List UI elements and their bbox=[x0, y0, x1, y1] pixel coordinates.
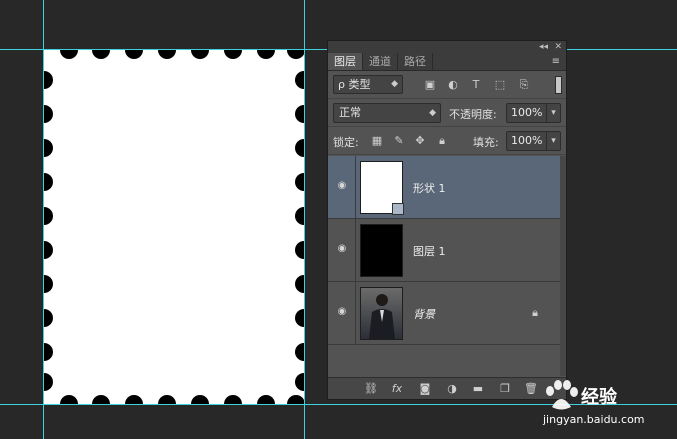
layer-thumbnail bbox=[360, 161, 404, 215]
baidu-jingyan-watermark: 经验 jingyan.baidu.com bbox=[541, 373, 671, 433]
layer-row-background[interactable]: ◉ 背景 🔒︎ bbox=[328, 282, 566, 345]
watermark-brand: 经验 bbox=[581, 387, 617, 408]
chevron-down-icon[interactable]: ▾ bbox=[546, 132, 560, 150]
guide-vertical-left[interactable] bbox=[43, 0, 44, 439]
panel-header: ◂◂ ✕ bbox=[328, 41, 566, 53]
adjustment-filter-icon[interactable]: ◐ bbox=[447, 79, 459, 91]
panel-footer: ⛓ fx ◙ ◑ ▬ ❐ 🗑︎ bbox=[328, 377, 566, 399]
lock-label: 锁定: bbox=[333, 136, 359, 149]
stamp-perforation bbox=[44, 50, 304, 404]
fill-field[interactable]: 100% ▾ bbox=[506, 131, 561, 151]
opacity-value: 100% bbox=[511, 106, 543, 119]
lock-icon: 🔒︎ bbox=[532, 306, 538, 319]
eye-icon: ◉ bbox=[337, 306, 347, 317]
watermark-url: jingyan.baidu.com bbox=[543, 413, 645, 426]
layer-row-shape[interactable]: ◉ 形状 1 bbox=[328, 156, 566, 219]
lock-transparent-icon[interactable]: ▦ bbox=[371, 135, 383, 147]
stamp-shape[interactable] bbox=[44, 50, 304, 404]
close-panel-button[interactable]: ✕ bbox=[554, 41, 562, 53]
shape-filter-icon[interactable]: ⬚ bbox=[494, 79, 506, 91]
visibility-toggle[interactable]: ◉ bbox=[328, 219, 356, 281]
panel-tabs: 图层 通道 路径 ≡ bbox=[328, 53, 566, 71]
guide-vertical-right[interactable] bbox=[304, 0, 305, 439]
opacity-label: 不透明度: bbox=[449, 108, 497, 121]
filter-toggle[interactable] bbox=[555, 76, 562, 94]
folder-icon[interactable]: ▬ bbox=[471, 382, 485, 396]
blend-mode-select[interactable]: 正常 ◆ bbox=[333, 103, 441, 123]
fill-label: 填充: bbox=[473, 136, 499, 149]
visibility-toggle[interactable]: ◉ bbox=[328, 156, 356, 218]
eye-icon: ◉ bbox=[337, 180, 347, 191]
vector-mask-icon bbox=[392, 203, 404, 215]
tab-channels[interactable]: 通道 bbox=[363, 53, 398, 70]
image-filter-icon[interactable]: ▣ bbox=[424, 79, 436, 91]
layer-thumbnail bbox=[360, 287, 403, 340]
adjustment-icon[interactable]: ◑ bbox=[445, 382, 459, 396]
blend-row: 正常 ◆ 不透明度: 100% ▾ bbox=[328, 99, 566, 127]
lock-all-icon[interactable]: 🔒︎ bbox=[436, 135, 448, 147]
blend-mode-value: 正常 bbox=[339, 106, 361, 119]
layer-name[interactable]: 图层 1 bbox=[413, 243, 446, 259]
lock-row: 锁定: ▦ ✎ ✥ 🔒︎ 填充: 100% ▾ bbox=[328, 127, 566, 155]
new-layer-icon[interactable]: ❐ bbox=[498, 382, 512, 396]
panel-menu-icon[interactable]: ≡ bbox=[552, 56, 560, 67]
select-arrow-icon: ◆ bbox=[429, 108, 436, 118]
filter-kind-label: ρ 类型 bbox=[338, 78, 371, 91]
fill-value: 100% bbox=[511, 134, 543, 147]
link-icon[interactable]: ⛓ bbox=[364, 382, 378, 396]
collapse-panel-button[interactable]: ◂◂ bbox=[539, 41, 548, 53]
tab-layers[interactable]: 图层 bbox=[328, 53, 363, 70]
panel-scrollbar[interactable] bbox=[560, 156, 566, 376]
layer-row-layer1[interactable]: ◉ 图层 1 bbox=[328, 219, 566, 282]
mask-icon[interactable]: ◙ bbox=[418, 382, 432, 396]
smartobject-filter-icon[interactable]: ⎘ bbox=[518, 79, 530, 91]
eye-icon: ◉ bbox=[337, 243, 347, 254]
opacity-field[interactable]: 100% ▾ bbox=[506, 103, 561, 123]
trash-icon[interactable]: 🗑︎ bbox=[524, 382, 538, 396]
lock-position-icon[interactable]: ✥ bbox=[414, 135, 426, 147]
layer-name[interactable]: 形状 1 bbox=[413, 180, 446, 196]
chevron-down-icon[interactable]: ▾ bbox=[546, 104, 560, 122]
type-filter-icon[interactable]: T bbox=[470, 79, 482, 91]
visibility-toggle[interactable]: ◉ bbox=[328, 282, 356, 344]
layer-thumbnail bbox=[360, 224, 403, 277]
fx-icon[interactable]: fx bbox=[390, 382, 404, 396]
select-arrow-icon: ◆ bbox=[391, 79, 398, 89]
layer-name[interactable]: 背景 bbox=[413, 306, 435, 322]
layer-list: ◉ 形状 1 ◉ 图层 1 ◉ 背景 🔒︎ bbox=[328, 156, 566, 346]
layers-panel: ◂◂ ✕ 图层 通道 路径 ≡ ρ 类型 ◆ ▣ ◐ T ⬚ ⎘ 正常 ◆ 不透… bbox=[327, 40, 567, 400]
person-photo-thumbnail bbox=[369, 294, 395, 339]
filter-row: ρ 类型 ◆ ▣ ◐ T ⬚ ⎘ bbox=[328, 71, 566, 99]
tab-paths[interactable]: 路径 bbox=[398, 53, 433, 70]
paw-logo-icon bbox=[546, 380, 578, 410]
lock-image-icon[interactable]: ✎ bbox=[393, 135, 405, 147]
filter-kind-select[interactable]: ρ 类型 ◆ bbox=[333, 75, 403, 94]
